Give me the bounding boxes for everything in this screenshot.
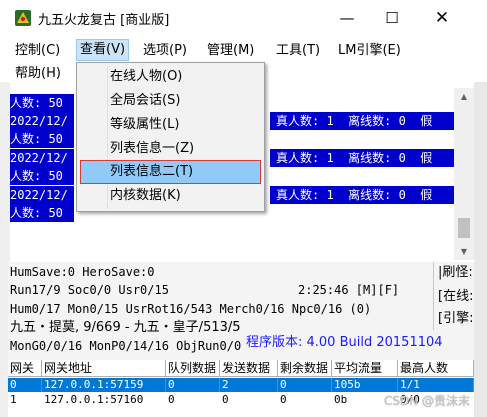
close-button[interactable]: ✕ — [425, 5, 459, 31]
table-cell: 1 — [10, 393, 17, 406]
scroll-up-arrow-icon[interactable]: ▲ — [454, 88, 474, 105]
menu-tools[interactable]: 工具(T) — [273, 40, 323, 62]
log-line: 人数: 50 — [10, 204, 74, 222]
table-cell: 0 — [166, 378, 220, 392]
log-line: 2022/12/ — [10, 149, 74, 167]
column-header[interactable]: 发送数据 — [220, 360, 278, 377]
log-line: 2022/12/ — [10, 186, 74, 204]
menu-item-global-sessions[interactable]: 全局会话(S) — [110, 90, 180, 112]
window-frame-right — [474, 82, 487, 417]
menu-item-level-attributes[interactable]: 等级属性(L) — [110, 114, 179, 136]
table-cell: 127.0.0.1:57159 — [42, 378, 166, 392]
title-bar: 九五火龙复古 [商业版] — ☐ ✕ — [0, 0, 487, 36]
view-dropdown-menu: 在线人物(O) 全局会话(S) 等级属性(L) 列表信息一(Z) 列表信息二(T… — [76, 62, 265, 212]
window-title: 九五火龙复古 [商业版] — [38, 13, 170, 28]
log-line-tail: 真人数: 1 离线数: 0 假 — [276, 151, 433, 165]
menu-view[interactable]: 查看(V) — [76, 39, 130, 61]
table-cell: 0 — [278, 378, 332, 392]
table-row[interactable]: 0 127.0.0.1:57159 0 2 0 105b 1/1 — [8, 378, 474, 392]
status-run: Run17/9 Soc0/0 Usr0/15 — [10, 283, 169, 297]
table-cell: 0 — [280, 393, 287, 406]
column-header[interactable]: 最高人数 — [398, 360, 474, 377]
table-cell: 1/1 — [398, 378, 474, 392]
side-stat-label: |刷怪: — [438, 265, 473, 280]
column-header[interactable]: 剩余数据 — [278, 360, 332, 377]
menu-options[interactable]: 选项(P) — [140, 40, 190, 62]
status-time: 2:25:46 [M][F] — [298, 283, 400, 297]
program-version: 程序版本: 4.00 Build 20151104 — [246, 335, 443, 350]
menu-item-online-players[interactable]: 在线人物(O) — [110, 66, 182, 88]
watermark: CSDN @贵沫末 — [384, 394, 471, 408]
minimize-button[interactable]: — — [330, 5, 364, 31]
side-stat-label: [在线: — [438, 289, 474, 304]
column-header[interactable]: 队列数据 — [166, 360, 220, 377]
log-line: 2022/12/ — [10, 112, 74, 130]
table-cell: 127.0.0.1:57160 — [44, 393, 144, 406]
maximize-button[interactable]: ☐ — [375, 5, 409, 31]
log-line-tail: 真人数: 1 离线数: 0 假 — [276, 114, 433, 128]
menu-item-list-info-one[interactable]: 列表信息一(Z) — [110, 138, 194, 160]
dragon-app-icon — [15, 10, 31, 26]
scroll-down-arrow-icon[interactable]: ▼ — [454, 243, 474, 260]
window-frame-left-lower — [0, 268, 8, 417]
menu-item-list-info-two[interactable]: 列表信息二(T) — [110, 161, 193, 183]
column-header[interactable]: 网关地址 — [42, 360, 166, 377]
log-scrollbar[interactable]: ▲ ▼ — [454, 88, 474, 260]
window-frame-left — [0, 82, 10, 268]
table-cell: 0 — [8, 378, 42, 392]
table-cell: 0 — [168, 393, 175, 406]
menu-lm-engine[interactable]: LM引擎(E) — [335, 40, 404, 62]
menu-manage[interactable]: 管理(M) — [204, 40, 257, 62]
status-mon: MonG0/0/16 MonP0/14/16 ObjRun0/0 — [10, 339, 242, 353]
log-line-tail: 真人数: 1 离线数: 0 假 — [276, 188, 433, 202]
menu-help[interactable]: 帮助(H) — [12, 63, 64, 85]
log-line: 人数: 50 — [10, 167, 74, 185]
table-cell: 105b — [332, 378, 398, 392]
menu-control[interactable]: 控制(C) — [12, 40, 63, 62]
column-header[interactable]: 平均流量 — [332, 360, 398, 377]
log-line: 人数: 50 — [10, 94, 74, 112]
status-players: 九五・提莫, 9/669 - 九五・皇子/513/5 — [10, 320, 241, 335]
table-cell: 2 — [220, 378, 278, 392]
status-panel: HumSave:0 HeroSave:0 Run17/9 Soc0/0 Usr0… — [8, 262, 474, 362]
menu-gutter-divider — [107, 66, 108, 209]
status-save: HumSave:0 HeroSave:0 — [10, 265, 155, 279]
log-line: 人数: 50 — [10, 130, 74, 148]
side-stats: |刷怪: [在线: [引擎: — [433, 262, 474, 330]
table-cell: 0 — [222, 393, 229, 406]
column-header[interactable]: 网关 — [8, 360, 42, 377]
menu-item-kernel-data[interactable]: 内核数据(K) — [110, 185, 181, 207]
status-hum: Hum0/17 Mon0/15 UsrRot16/543 Merch0/16 N… — [10, 302, 372, 316]
side-stat-label: [引擎: — [438, 311, 474, 326]
scroll-thumb[interactable] — [458, 218, 470, 238]
